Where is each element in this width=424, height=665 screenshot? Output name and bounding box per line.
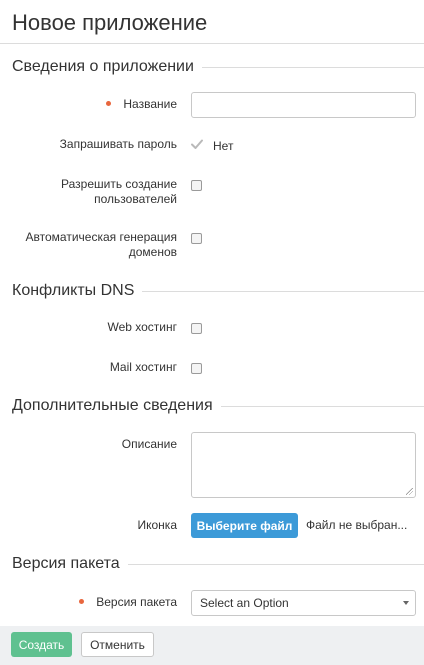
auto-domains-checkbox[interactable]: [191, 233, 202, 244]
mail-hosting-checkbox[interactable]: [191, 363, 202, 374]
web-hosting-checkbox[interactable]: [191, 323, 202, 334]
mail-hosting-label: Mail хостинг: [109, 360, 177, 374]
auto-domains-label: Автоматическая генерация доменов: [25, 230, 177, 259]
section-extra: Дополнительные сведения: [12, 394, 424, 418]
section-package: Версия пакета: [12, 552, 424, 576]
resize-grip-icon[interactable]: [406, 488, 413, 495]
section-extra-title: Дополнительные сведения: [12, 397, 213, 414]
allow-users-label: Разрешить создание пользователей: [61, 177, 177, 206]
name-label-text: Название: [123, 97, 177, 111]
chevron-down-icon: [403, 601, 409, 605]
package-version-label-text: Версия пакета: [96, 595, 177, 609]
description-textarea[interactable]: [191, 432, 416, 498]
section-package-title: Версия пакета: [12, 555, 120, 572]
title-divider: [0, 43, 424, 44]
choose-file-button[interactable]: Выберите файл: [191, 513, 298, 538]
package-version-select[interactable]: Select an Option: [191, 590, 416, 616]
checkmark-icon: [191, 139, 203, 149]
form-footer: Создать Отменить: [0, 626, 424, 665]
package-version-selected: Select an Option: [200, 596, 289, 610]
section-dns-title: Конфликты DNS: [12, 282, 135, 299]
web-hosting-label: Web хостинг: [107, 320, 177, 334]
section-divider: [201, 66, 424, 68]
cancel-button[interactable]: Отменить: [81, 632, 154, 657]
page-title: Новое приложение: [12, 10, 208, 35]
section-divider: [220, 405, 424, 407]
ask-password-label: Запрашивать пароль: [59, 137, 177, 151]
name-input[interactable]: [191, 92, 416, 118]
file-status-text: Файл не выбран...: [306, 518, 408, 532]
package-version-label: Версия пакета: [79, 595, 177, 610]
section-app-info-title: Сведения о приложении: [12, 58, 194, 75]
ask-password-value: Нет: [213, 139, 234, 153]
section-divider: [142, 290, 424, 292]
create-button[interactable]: Создать: [11, 632, 72, 657]
allow-users-checkbox[interactable]: [191, 180, 202, 191]
name-label: Название: [106, 97, 177, 112]
description-label: Описание: [121, 437, 177, 451]
icon-label: Иконка: [137, 518, 178, 532]
section-app-info: Сведения о приложении: [12, 55, 424, 79]
section-dns: Конфликты DNS: [12, 279, 424, 303]
section-divider: [127, 563, 424, 565]
